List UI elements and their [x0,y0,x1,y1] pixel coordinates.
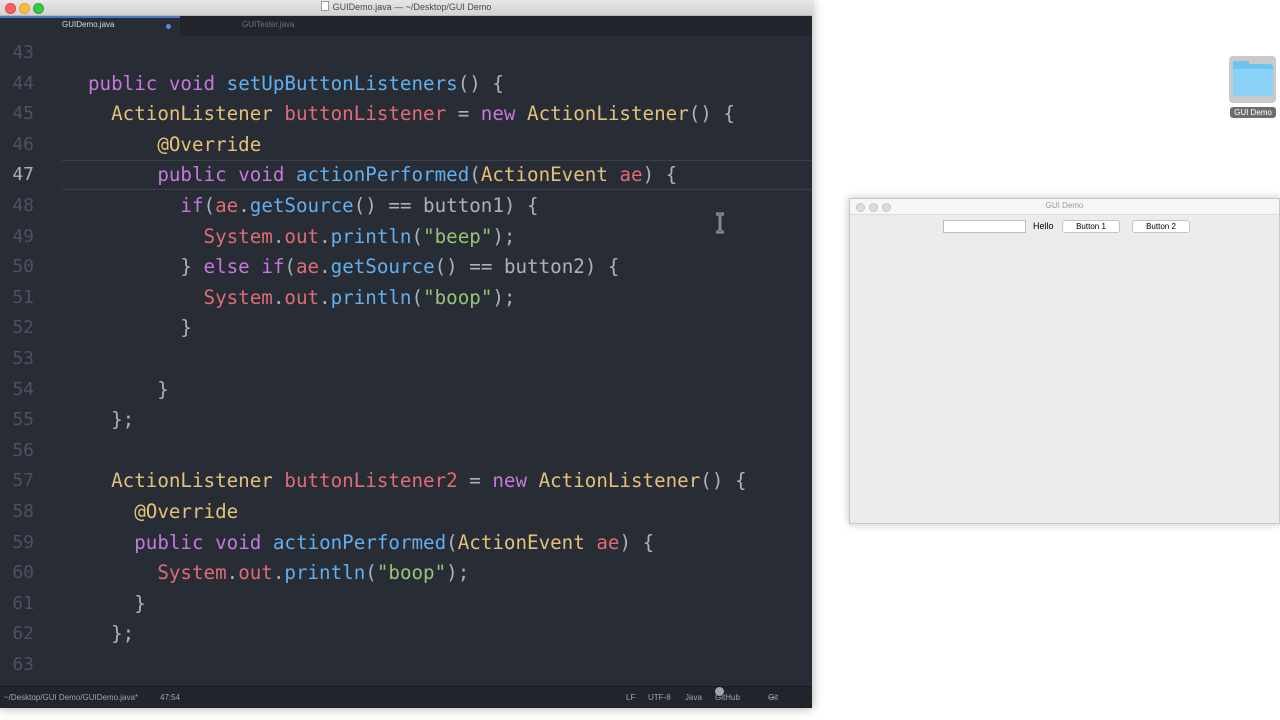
line-number: 48 [12,195,34,216]
line-number: 54 [12,378,34,400]
line-number: 57 [12,470,34,492]
status-encoding[interactable]: UTF-8 [648,687,671,708]
code-line[interactable]: 59 public void actionPerformed(ActionEve… [0,528,812,559]
tab-label: GUITester.java [242,20,295,29]
status-line-ending[interactable]: LF [626,687,635,708]
line-number: 51 [12,286,34,308]
line-number: 45 [12,103,34,125]
editor-window: GUIDemo.java — ~/Desktop/GUI Demo GUIDem… [0,0,812,708]
code-line[interactable]: 54 } [0,375,812,406]
code-text: System.out.println("boop"); [203,285,516,309]
code-line[interactable]: 46 @Override [0,130,812,161]
status-cursor-position[interactable]: 47:54 [160,687,180,708]
modified-indicator-icon[interactable] [166,24,171,29]
gui-demo-folder-icon[interactable] [1229,56,1276,103]
code-text: System.out.println("boop"); [157,561,470,585]
code-text: public void setUpButtonListeners() { [88,71,504,95]
code-line[interactable]: 43 [0,38,812,69]
folder-label[interactable]: GUI Demo [1230,107,1276,118]
code-text: } [88,316,192,340]
button-2[interactable]: Button 2 [1132,220,1190,233]
code-text: if(ae.getSource() == button1) { [180,194,539,217]
gui-demo-window: GUI Demo Hello Button 1 Button 2 [849,198,1280,524]
code-text: @Override [157,132,262,156]
code-text: public void actionPerformed(ActionEvent … [134,530,655,554]
gui-demo-title: GUI Demo [1045,201,1084,210]
code-line[interactable]: 52 } [0,313,812,344]
code-text: @Override [134,500,239,523]
code-line[interactable]: 60 System.out.println("boop"); [0,558,812,589]
line-number: 60 [12,562,34,584]
hello-label: Hello [1033,221,1054,231]
tab-label: GUIDemo.java [62,20,115,29]
status-bar: ~/Desktop/GUI Demo/GUIDemo.java* 47:54 L… [0,686,812,708]
code-line[interactable]: 45 ActionListener buttonListener = new A… [0,99,812,130]
code-text: } else if(ae.getSource() == button2) { [88,255,620,279]
code-text: public void actionPerformed(ActionEvent … [157,163,678,187]
line-number: 53 [12,348,34,369]
editor-titlebar[interactable]: GUIDemo.java — ~/Desktop/GUI Demo [0,0,812,16]
line-number: 55 [12,409,34,431]
line-number: 50 [12,256,34,278]
line-number: 44 [12,72,34,94]
code-text: }; [88,622,135,646]
button-1[interactable]: Button 1 [1062,220,1120,233]
code-text: System.out.println("beep"); [203,224,516,248]
status-grammar[interactable]: Java [685,687,702,708]
line-number: 47 [12,164,34,186]
gui-text-field[interactable] [943,220,1026,233]
code-line[interactable]: 63 [0,650,812,681]
line-number: 62 [12,623,34,645]
ibeam-cursor-icon [716,212,724,234]
tab-guidemo[interactable]: GUIDemo.java [0,16,180,36]
code-editor[interactable]: 43 44 public void setUpButtonListeners() {… [0,38,812,682]
document-icon [320,1,329,11]
code-text: ActionListener buttonListener2 = new Act… [111,469,747,493]
code-line[interactable]: 61 } [0,589,812,620]
status-file-path[interactable]: ~/Desktop/GUI Demo/GUIDemo.java* [4,687,138,708]
line-number: 63 [12,654,34,675]
code-line[interactable]: 44 public void setUpButtonListeners() { [0,69,812,100]
code-line[interactable]: 49 System.out.println("beep"); [0,222,812,253]
code-line[interactable]: 53 [0,344,812,375]
line-number: 49 [12,225,34,247]
code-line[interactable]: 57 ActionListener buttonListener2 = new … [0,466,812,497]
code-text: ActionListener buttonListener = new Acti… [111,102,735,126]
line-number: 58 [12,501,34,522]
line-number: 61 [12,592,34,614]
line-number: 59 [12,531,34,553]
line-number: 43 [12,42,34,63]
code-line[interactable]: 56 [0,436,812,467]
folder-front [1233,69,1273,96]
code-text: }; [88,408,135,432]
code-text: } [88,377,169,401]
tab-bar: GUIDemo.java GUITester.java [0,16,812,36]
line-number: 46 [12,133,34,155]
code-line[interactable]: 48 if(ae.getSource() == button1) { [0,191,812,222]
window-title: GUIDemo.java — ~/Desktop/GUI Demo [0,1,812,12]
code-line[interactable]: 51 System.out.println("boop"); [0,283,812,314]
code-line[interactable]: 62 }; [0,619,812,650]
code-line[interactable]: 58 @Override [0,497,812,528]
code-line[interactable]: 47 public void actionPerformed(ActionEve… [0,160,812,191]
line-number: 52 [12,317,34,339]
code-line[interactable]: 55 }; [0,405,812,436]
line-number: 56 [12,439,34,461]
code-text: } [88,591,146,615]
gui-demo-titlebar[interactable]: GUI Demo [850,199,1279,215]
tab-guitester[interactable]: GUITester.java [180,16,360,36]
code-line[interactable]: 50 } else if(ae.getSource() == button2) … [0,252,812,283]
